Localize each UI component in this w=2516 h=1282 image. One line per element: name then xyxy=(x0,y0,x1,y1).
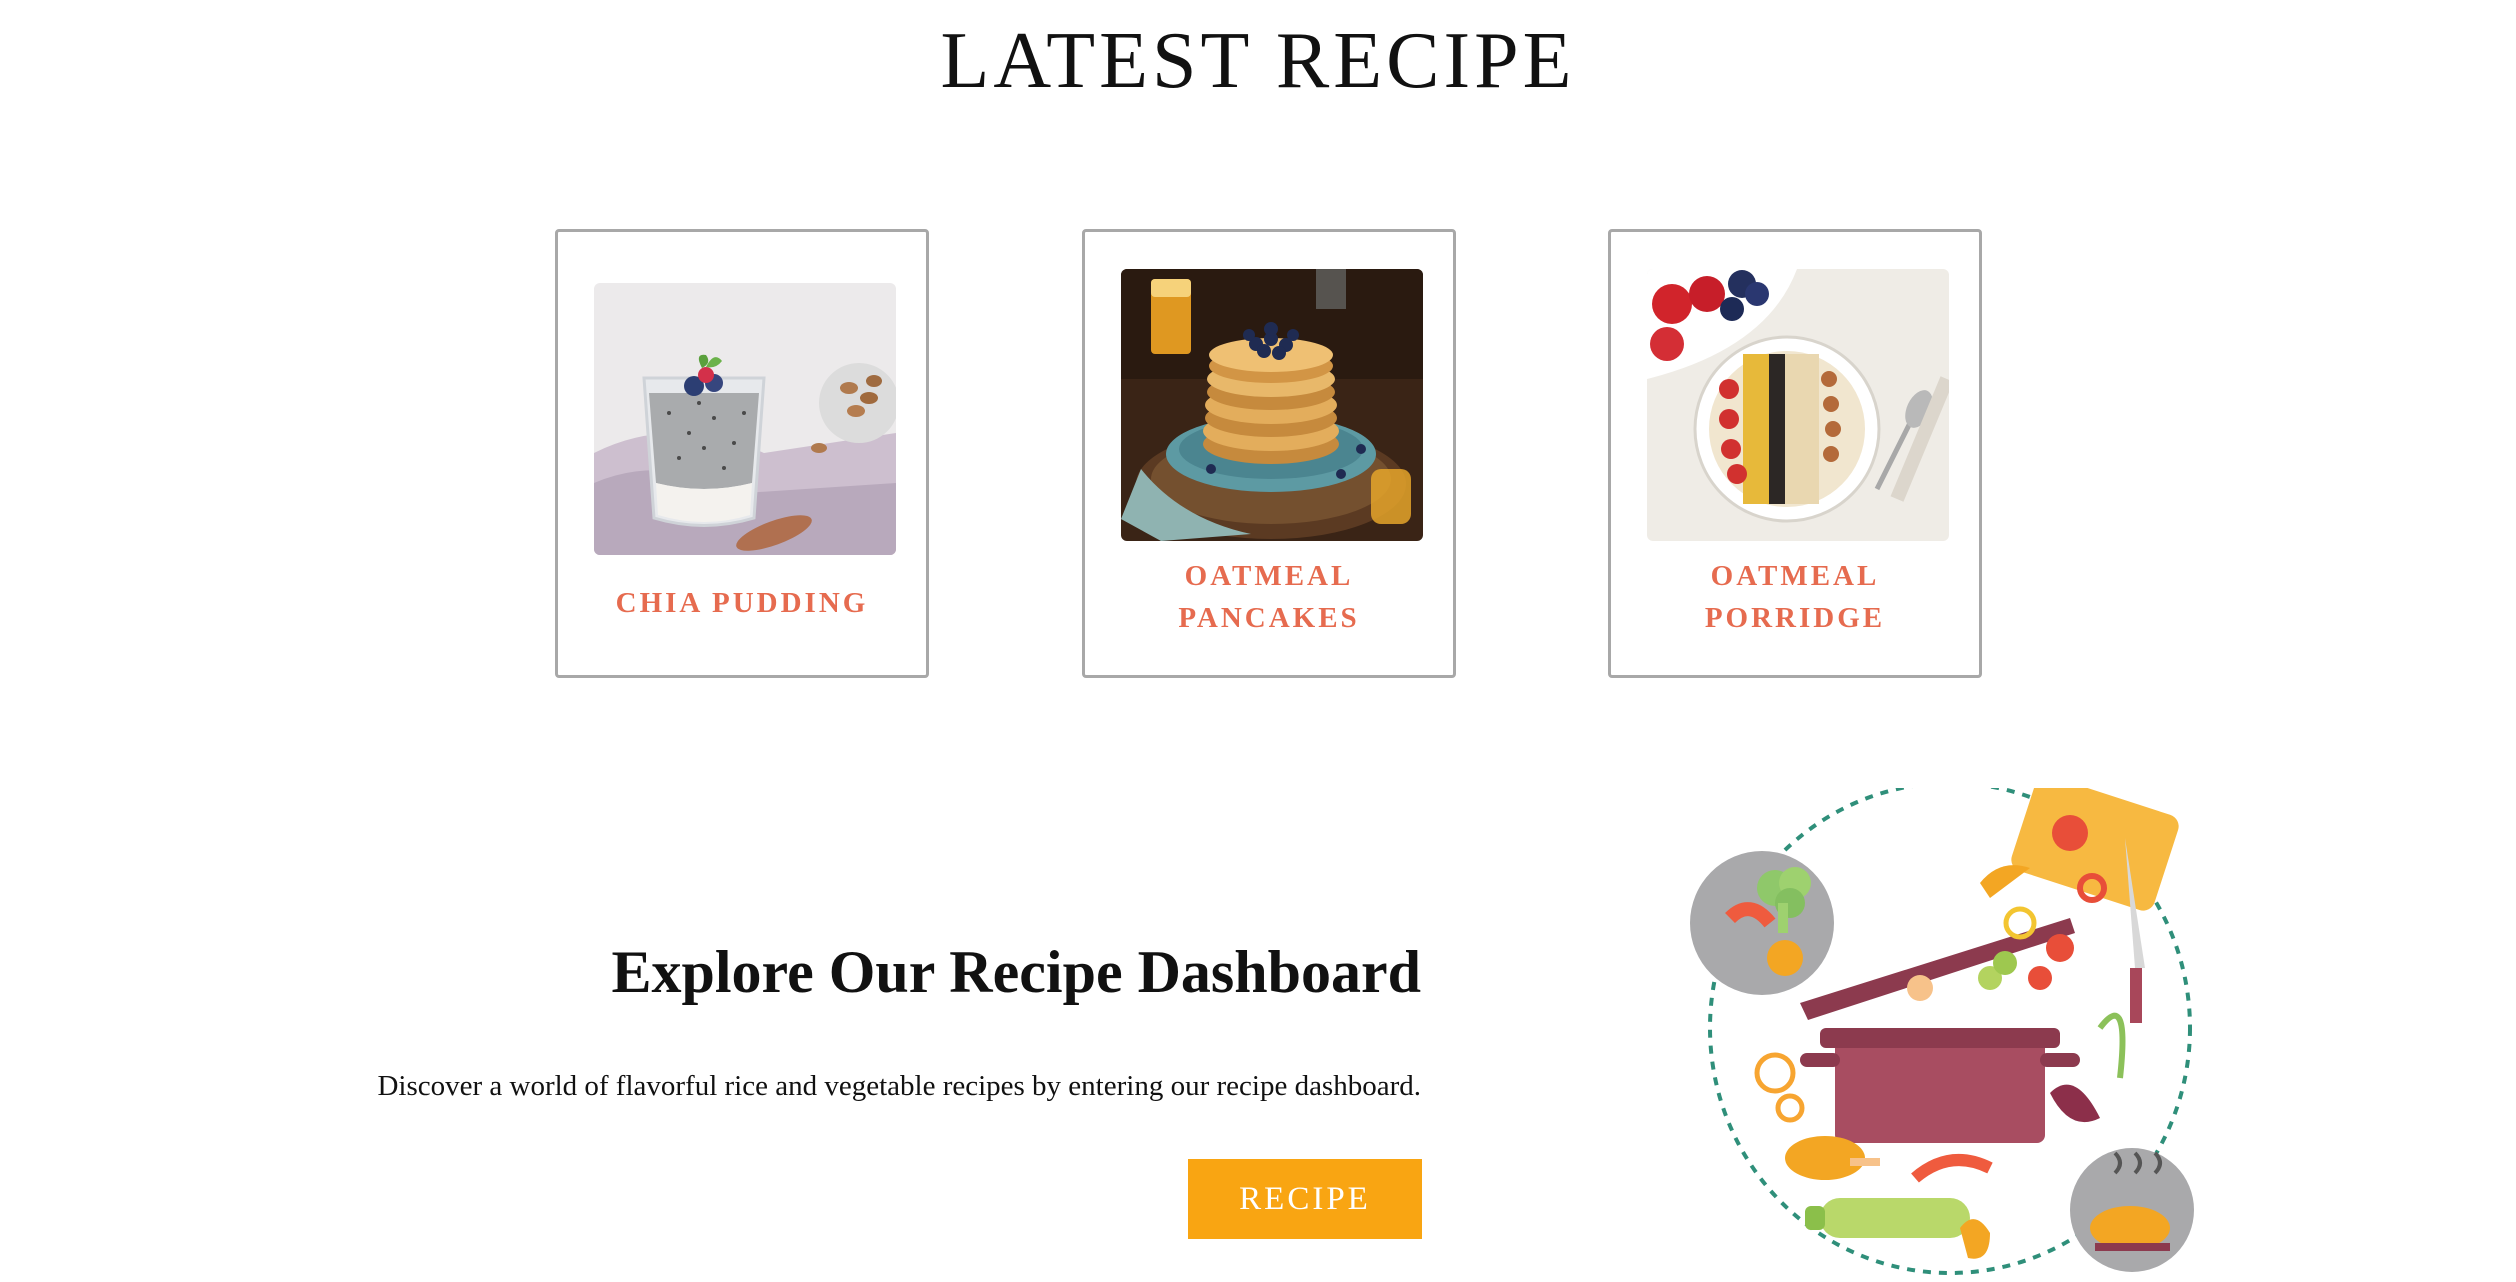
recipe-card-title-word: PORRIDGE xyxy=(1704,602,1886,634)
recipe-card-title[interactable]: OATMEAL PORRIDGE xyxy=(1611,555,1979,639)
recipe-card-title[interactable]: OATMEAL PANCAKES xyxy=(1085,555,1453,639)
recipe-card-title-word: PANCAKES xyxy=(1178,602,1360,634)
recipe-card-title-word: OATMEAL xyxy=(1184,560,1354,592)
page-title: LATEST RECIPE xyxy=(940,17,1576,105)
recipe-card-oatmeal-porridge[interactable]: OATMEAL PORRIDGE xyxy=(1608,229,1982,678)
recipe-card-title[interactable]: CHIA PUDDING xyxy=(558,582,926,624)
recipe-card-oatmeal-pancakes[interactable]: OATMEAL PANCAKES xyxy=(1082,229,1456,678)
oatmeal-pancakes-image[interactable] xyxy=(1121,269,1423,541)
cooking-illustration-art xyxy=(1690,775,2194,1275)
recipe-card-title-text: OATMEAL PANCAKES xyxy=(1178,560,1359,634)
chia-pudding-image[interactable] xyxy=(594,283,896,555)
explore-description: Discover a world of flavorful rice and v… xyxy=(377,1070,1421,1102)
recipe-cards: CHIA PUDDING OATMEAL PANCAKES OATMEAL PO… xyxy=(0,229,2516,684)
recipe-card-chia-pudding[interactable]: CHIA PUDDING xyxy=(555,229,929,678)
recipe-card-title-word: OATMEAL xyxy=(1710,560,1880,592)
oatmeal-porridge-image[interactable] xyxy=(1647,269,1949,541)
explore-heading: Explore Our Recipe Dashboard xyxy=(611,939,1421,1005)
cooking-illustration xyxy=(1690,775,2210,1277)
recipe-card-title-text: OATMEAL PORRIDGE xyxy=(1705,560,1885,634)
recipe-button[interactable]: RECIPE xyxy=(1188,1159,1422,1239)
